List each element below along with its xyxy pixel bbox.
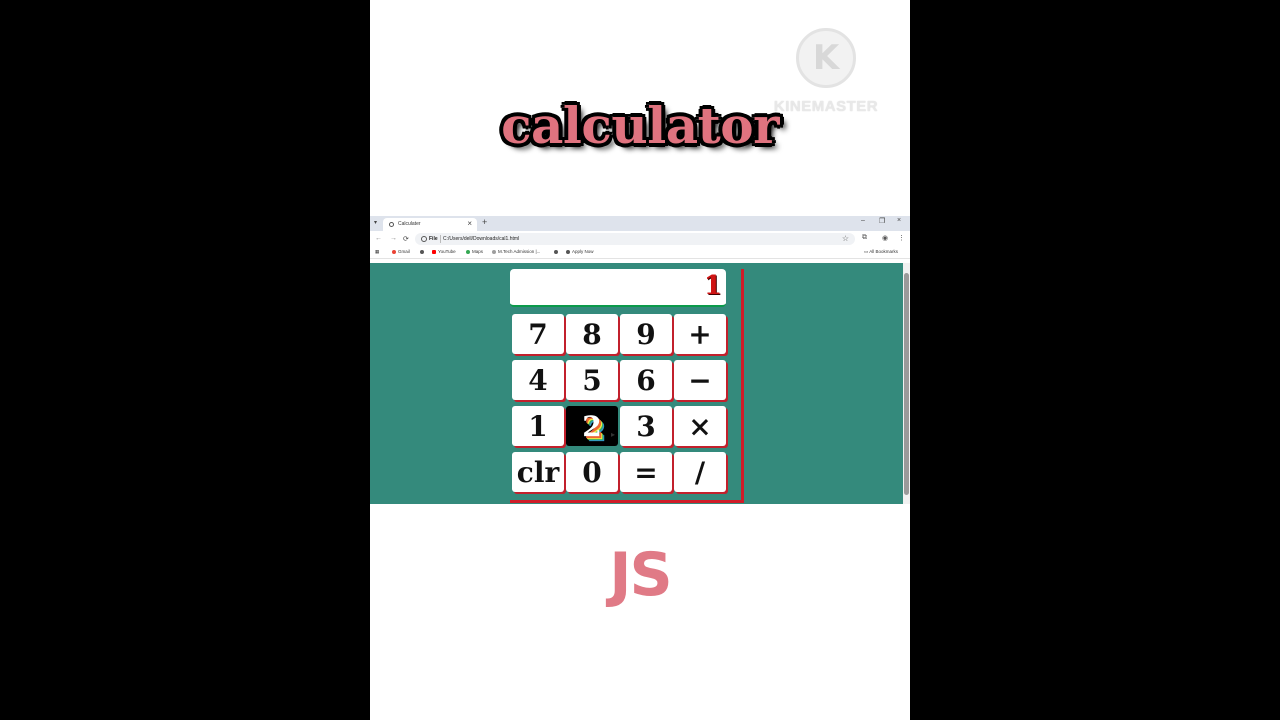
page-scrollbar[interactable] bbox=[903, 263, 910, 504]
key-clear[interactable]: clr bbox=[512, 452, 564, 492]
kinemaster-watermark: K KINEMASTER bbox=[770, 28, 882, 115]
tab-search-icon[interactable]: ▾ bbox=[374, 219, 377, 226]
new-tab-button[interactable]: + bbox=[482, 217, 487, 227]
tab-title: Calculater bbox=[398, 221, 421, 227]
browser-toolbar: ← → ⟳ File C:/Users/dell/Downloads/cal1.… bbox=[370, 231, 910, 247]
site-icon bbox=[492, 249, 496, 254]
address-scheme: File bbox=[429, 236, 438, 242]
globe-icon bbox=[420, 249, 424, 254]
overlay-subtitle: JS bbox=[609, 540, 673, 610]
apps-icon[interactable]: ▦ bbox=[375, 249, 379, 255]
back-icon[interactable]: ← bbox=[375, 235, 382, 242]
bookmark-globe-2[interactable] bbox=[554, 249, 560, 254]
key-5[interactable]: 5 bbox=[566, 360, 618, 400]
key-8[interactable]: 8 bbox=[566, 314, 618, 354]
url-text: C:/Users/dell/Downloads/cal1.html bbox=[443, 236, 520, 242]
address-separator bbox=[440, 235, 441, 243]
bookmark-globe[interactable] bbox=[420, 249, 426, 254]
key-minus[interactable]: − bbox=[674, 360, 726, 400]
calculator-shadow-right bbox=[741, 269, 744, 503]
menu-icon[interactable]: ⋮ bbox=[898, 234, 905, 242]
forward-icon[interactable]: → bbox=[390, 235, 397, 242]
key-9[interactable]: 9 bbox=[620, 314, 672, 354]
close-window-button[interactable]: × bbox=[897, 217, 901, 224]
browser-window: ▾ Calculater × + – ❐ × ← → ⟳ File C:/Use… bbox=[370, 216, 910, 504]
calculator-display: 1 bbox=[510, 269, 726, 307]
key-plus[interactable]: + bbox=[674, 314, 726, 354]
kinemaster-logo-icon: K bbox=[796, 28, 856, 88]
restore-button[interactable]: ❐ bbox=[879, 217, 885, 225]
scrollbar-thumb[interactable] bbox=[904, 273, 909, 495]
calculator: 1 7 8 9 + 4 5 6 − 1 2 3 × clr 0 = / ▸ bbox=[510, 267, 744, 503]
address-bar[interactable]: File C:/Users/dell/Downloads/cal1.html ☆ bbox=[415, 233, 855, 245]
minimize-button[interactable]: – bbox=[861, 217, 865, 224]
bookmarks-bar: ▦ Gmail YouTube Maps M.Tech Admission |.… bbox=[370, 247, 910, 259]
key-6[interactable]: 6 bbox=[620, 360, 672, 400]
bookmark-maps[interactable]: Maps bbox=[466, 249, 483, 254]
bookmark-youtube[interactable]: YouTube bbox=[432, 249, 456, 254]
page-content: 1 7 8 9 + 4 5 6 − 1 2 3 × clr 0 = / ▸ bbox=[370, 263, 903, 504]
key-divide[interactable]: / bbox=[674, 452, 726, 492]
globe-icon bbox=[554, 249, 558, 254]
all-bookmarks[interactable]: ▭ All Bookmarks bbox=[864, 249, 898, 255]
key-1[interactable]: 1 bbox=[512, 406, 564, 446]
key-3[interactable]: 3 bbox=[620, 406, 672, 446]
globe-icon bbox=[566, 249, 570, 254]
reload-icon[interactable]: ⟳ bbox=[403, 235, 409, 243]
video-panel: calculator K KINEMASTER ▾ Calculater × +… bbox=[370, 0, 910, 720]
key-4[interactable]: 4 bbox=[512, 360, 564, 400]
tab-bar: ▾ Calculater × + – ❐ × bbox=[370, 216, 910, 231]
extensions-icon[interactable]: ⧉ bbox=[862, 234, 867, 242]
bookmark-gmail[interactable]: Gmail bbox=[392, 249, 410, 254]
youtube-icon bbox=[432, 249, 436, 254]
gmail-icon bbox=[392, 249, 396, 254]
maps-pin-icon bbox=[466, 249, 470, 254]
mouse-cursor-icon: ▸ bbox=[611, 430, 616, 439]
profile-icon[interactable]: ◉ bbox=[882, 234, 888, 242]
site-info-icon[interactable] bbox=[421, 236, 427, 242]
key-2[interactable]: 2 bbox=[566, 406, 618, 446]
tab-close-icon[interactable]: × bbox=[467, 219, 472, 228]
globe-icon bbox=[389, 222, 394, 227]
watermark-text: KINEMASTER bbox=[773, 98, 879, 115]
key-7[interactable]: 7 bbox=[512, 314, 564, 354]
calculator-shadow-bottom bbox=[510, 500, 744, 503]
key-0[interactable]: 0 bbox=[566, 452, 618, 492]
display-value: 1 bbox=[703, 271, 722, 301]
key-multiply[interactable]: × bbox=[674, 406, 726, 446]
bookmark-star-icon[interactable]: ☆ bbox=[842, 234, 849, 243]
key-equals[interactable]: = bbox=[620, 452, 672, 492]
bookmark-apply-now[interactable]: Apply Now bbox=[566, 249, 594, 254]
tab-calculater[interactable]: Calculater × bbox=[383, 218, 477, 231]
bookmark-mtech[interactable]: M.Tech Admission |... bbox=[492, 249, 540, 254]
